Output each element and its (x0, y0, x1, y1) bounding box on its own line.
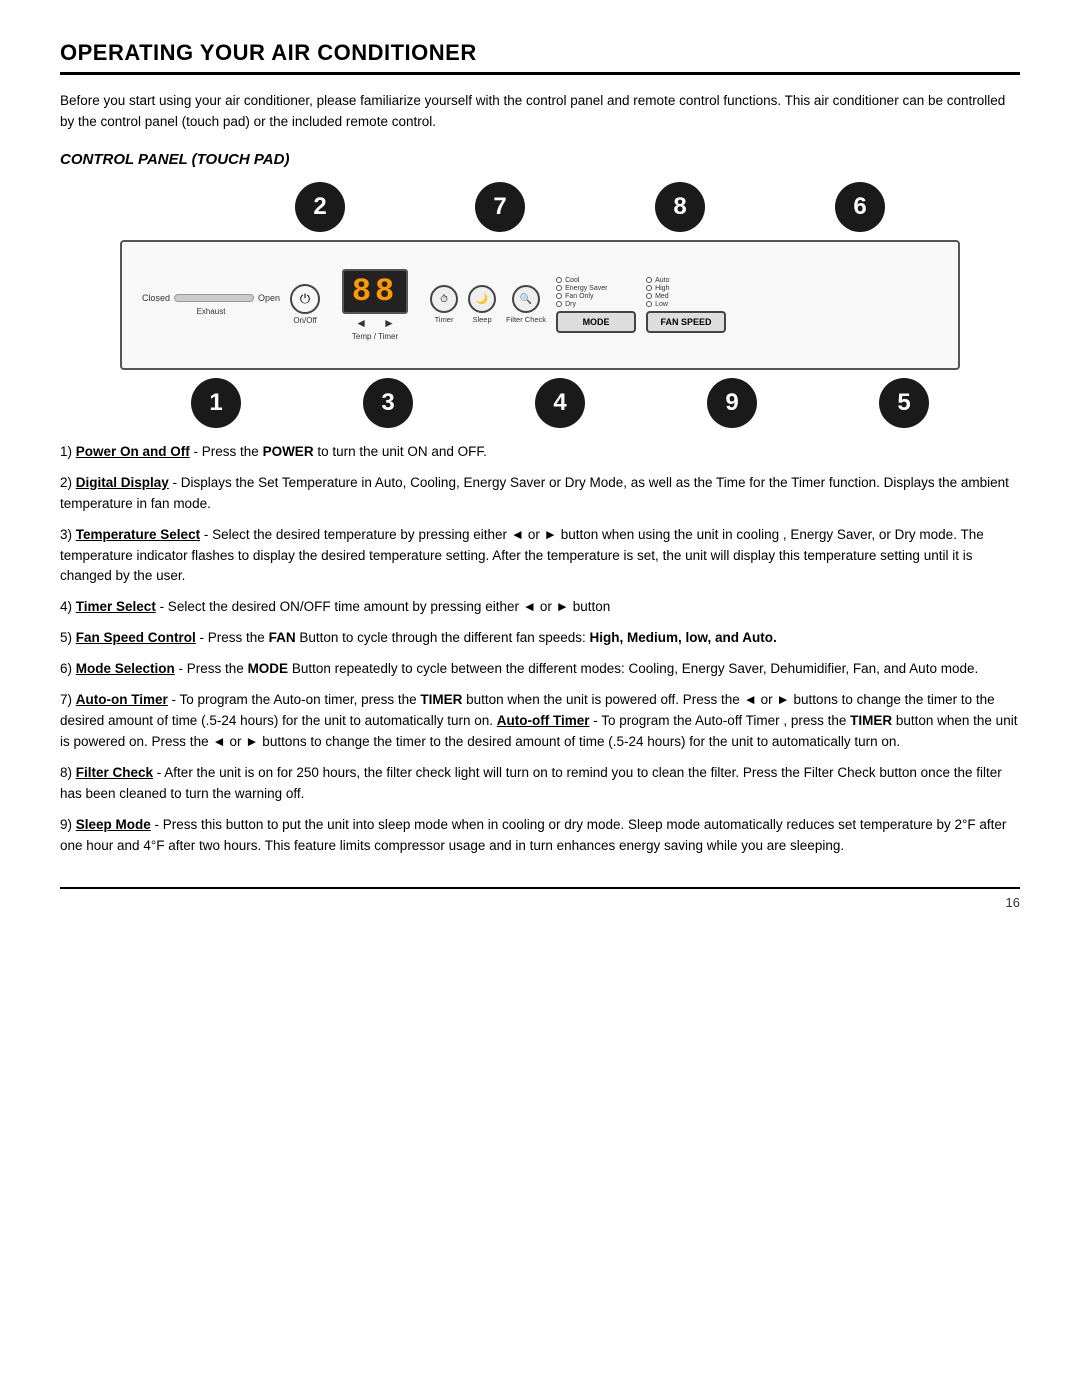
timer-button-label: Timer (435, 315, 454, 324)
instruction-1-power: POWER (263, 444, 314, 459)
onoff-label: On/Off (293, 316, 316, 325)
arrow-left: ◄ (355, 316, 367, 330)
auto-dot (646, 277, 652, 283)
med-dot (646, 293, 652, 299)
fan-speed-button: FAN SPEED (646, 311, 726, 333)
instruction-7-label: Auto-on Timer (76, 692, 168, 707)
sleep-button-icon: 🌙 (468, 285, 496, 313)
instruction-5-speeds: High, Medium, low, and Auto. (590, 630, 777, 645)
bubble-4: 4 (535, 378, 585, 428)
fan-auto-row: Auto (646, 277, 726, 284)
section-title: CONTROL PANEL (TOUCH PAD) (60, 151, 1020, 168)
instruction-3: 3) Temperature Select - Select the desir… (60, 525, 1020, 588)
energy-saver-label: Energy Saver (565, 285, 607, 292)
page-number: 16 (1006, 895, 1020, 910)
instruction-5-fan: FAN (269, 630, 296, 645)
timer-button-icon: ⏱ (430, 285, 458, 313)
sleep-button-section: 🌙 Sleep (468, 285, 496, 324)
low-dot (646, 301, 652, 307)
instruction-7-timer2: TIMER (850, 713, 892, 728)
display-screen: 88 (342, 269, 408, 314)
instructions-list: 1) Power On and Off - Press the POWER to… (60, 442, 1020, 857)
bubble-2: 2 (295, 182, 345, 232)
instruction-2: 2) Digital Display - Displays the Set Te… (60, 473, 1020, 515)
instruction-1-label: Power On and Off (76, 444, 190, 459)
bubble-5: 5 (879, 378, 929, 428)
mode-indicators: Cool Energy Saver Fan Only Dry (556, 277, 636, 308)
instruction-9-label: Sleep Mode (76, 817, 151, 832)
temp-timer-label: Temp / Timer (352, 332, 398, 341)
mode-cool-row: Cool (556, 277, 636, 284)
filter-check-button-label: Filter Check (506, 315, 546, 324)
display-arrows: ◄ ► (355, 316, 395, 330)
dry-dot (556, 301, 562, 307)
instruction-4-label: Timer Select (76, 599, 156, 614)
high-dot (646, 285, 652, 291)
instruction-6-mode: MODE (248, 661, 289, 676)
slider-area: Closed Open (142, 293, 280, 303)
fan-speed-section: Auto High Med Low (646, 277, 726, 333)
fan-only-dot (556, 293, 562, 299)
auto-label: Auto (655, 277, 669, 284)
instruction-7: 7) Auto-on Timer - To program the Auto-o… (60, 690, 1020, 753)
fan-low-row: Low (646, 301, 726, 308)
mode-button: MODE (556, 311, 636, 333)
filter-check-button-section: 🔍 Filter Check (506, 285, 546, 324)
mode-indicators-section: Cool Energy Saver Fan Only Dry (556, 277, 636, 333)
instruction-5-label: Fan Speed Control (76, 630, 196, 645)
sleep-button-label: Sleep (472, 315, 491, 324)
instruction-8: 8) Filter Check - After the unit is on f… (60, 763, 1020, 805)
page-footer: 16 (60, 887, 1020, 910)
bubble-8: 8 (655, 182, 705, 232)
fan-indicators: Auto High Med Low (646, 277, 726, 308)
mode-fan-row: Fan Only (556, 293, 636, 300)
bubble-3: 3 (363, 378, 413, 428)
dry-label: Dry (565, 301, 576, 308)
arrow-right: ► (383, 316, 395, 330)
mode-energy-row: Energy Saver (556, 285, 636, 292)
bubble-9: 9 (707, 378, 757, 428)
bubble-6: 6 (835, 182, 885, 232)
cool-label: Cool (565, 277, 579, 284)
cool-dot (556, 277, 562, 283)
med-label: Med (655, 293, 669, 300)
exhaust-label: Exhaust (197, 307, 226, 316)
fan-med-row: Med (646, 293, 726, 300)
instruction-5: 5) Fan Speed Control - Press the FAN But… (60, 628, 1020, 649)
panel-buttons-section: ⏱ Timer 🌙 Sleep 🔍 Filter Check (430, 285, 546, 324)
slider-bar (174, 294, 254, 302)
high-label: High (655, 285, 669, 292)
page: OPERATING YOUR AIR CONDITIONER Before yo… (0, 0, 1080, 1397)
mode-dry-row: Dry (556, 301, 636, 308)
page-title: OPERATING YOUR AIR CONDITIONER (60, 40, 1020, 75)
panel-onoff-section: ⏻ On/Off (290, 284, 320, 325)
instruction-6: 6) Mode Selection - Press the MODE Butto… (60, 659, 1020, 680)
instruction-6-label: Mode Selection (76, 661, 175, 676)
energy-saver-dot (556, 285, 562, 291)
instruction-8-label: Filter Check (76, 765, 153, 780)
instruction-2-label: Digital Display (76, 475, 169, 490)
fan-high-row: High (646, 285, 726, 292)
low-label: Low (655, 301, 668, 308)
bubble-1: 1 (191, 378, 241, 428)
slider-open-label: Open (258, 293, 280, 303)
slider-closed-label: Closed (142, 293, 170, 303)
panel-display-section: 88 ◄ ► Temp / Timer (330, 269, 420, 341)
instruction-7-label2: Auto-off Timer (497, 713, 590, 728)
instruction-9: 9) Sleep Mode - Press this button to put… (60, 815, 1020, 857)
control-panel-box: Closed Open Exhaust ⏻ On/Off 88 ◄ (120, 240, 960, 370)
instruction-3-label: Temperature Select (76, 527, 200, 542)
intro-text: Before you start using your air conditio… (60, 91, 1020, 133)
instruction-7-timer: TIMER (420, 692, 462, 707)
bubble-7: 7 (475, 182, 525, 232)
panel-slider-section: Closed Open Exhaust (142, 293, 280, 316)
filter-check-button-icon: 🔍 (512, 285, 540, 313)
instruction-1: 1) Power On and Off - Press the POWER to… (60, 442, 1020, 463)
timer-button-section: ⏱ Timer (430, 285, 458, 324)
fan-only-label: Fan Only (565, 293, 593, 300)
instruction-4: 4) Timer Select - Select the desired ON/… (60, 597, 1020, 618)
control-panel-diagram: 2 7 8 6 Closed Open Exhaust ⏻ (90, 182, 990, 428)
panel-inner: Closed Open Exhaust ⏻ On/Off 88 ◄ (142, 269, 938, 341)
power-icon: ⏻ (290, 284, 320, 314)
